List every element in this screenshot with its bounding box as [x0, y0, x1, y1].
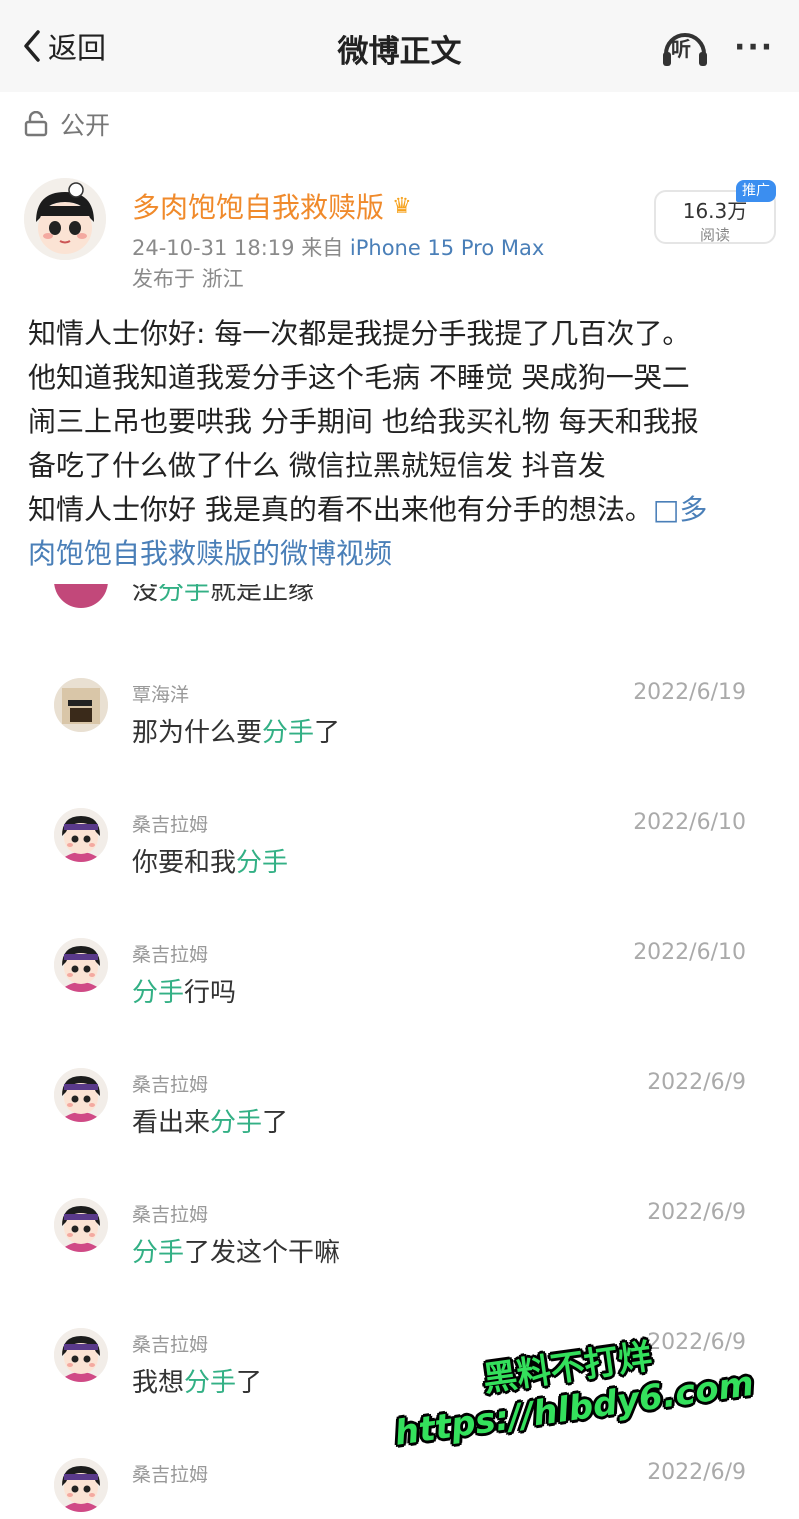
commenter-name[interactable]: 桑吉拉姆 [132, 940, 208, 967]
keyword-highlight: 分手 [158, 584, 211, 606]
comment-row[interactable]: 桑吉拉姆 2022/6/9 分手了发这个干嘛 [28, 1190, 776, 1320]
text-segment: 我想 [132, 1368, 185, 1398]
keyword-highlight: 分手 [132, 1238, 185, 1268]
avatar[interactable] [54, 1328, 108, 1382]
commenter-name[interactable]: 桑吉拉姆 [132, 1330, 208, 1357]
post-meta: 24-10-31 18:19 来自 iPhone 15 Pro Max [132, 232, 544, 262]
keyword-highlight: 分手 [184, 1368, 237, 1398]
post-location: 发布于 浙江 [132, 267, 244, 291]
comment-text: 分手行吗 [132, 972, 236, 1009]
comment-text: 那为什么要分手了 [132, 712, 340, 749]
comment-text: 看出来分手了 [132, 1102, 288, 1139]
author-name[interactable]: 多肉饱饱自我救赎版 ♛ [132, 186, 412, 226]
source-prefix: 来自 [301, 236, 344, 260]
more-options-button[interactable]: ··· [734, 30, 774, 65]
text-segment: 了 [236, 1368, 263, 1398]
visibility-indicator: 公开 [24, 106, 110, 142]
listen-label: 听 [671, 37, 691, 61]
partial-comment: 没分手就是正缘 [54, 584, 454, 610]
read-label: 阅读 [699, 226, 730, 244]
comment-row[interactable]: 桑吉拉姆 2022/6/10 你要和我分手 [28, 800, 776, 930]
crown-icon: ♛ [392, 193, 412, 219]
lock-icon [24, 111, 48, 137]
text-segment: 行吗 [184, 978, 237, 1008]
text-segment: 那为什么要 [132, 718, 263, 748]
avatar[interactable] [54, 808, 108, 862]
avatar [54, 584, 108, 608]
text-segment: 你要和我 [132, 848, 237, 878]
video-link[interactable]: 肉饱饱自我救赎版的微博视频 [28, 532, 776, 576]
post-line: 他知道我知道我爱分手这个毛病 不睡觉 哭成狗一哭二 [28, 361, 690, 394]
comment-date: 2022/6/10 [633, 810, 746, 835]
comment-date: 2022/6/19 [633, 680, 746, 705]
text-segment: 了发这个干嘛 [184, 1238, 341, 1268]
post-line: 备吃了什么做了什么 微信拉黑就短信发 抖音发 [28, 449, 606, 482]
comment-text: 分手了发这个干嘛 [132, 1232, 340, 1269]
partial-comment-text: 没分手就是正缘 [132, 584, 314, 607]
text-segment: 就是正缘 [210, 584, 315, 606]
author-name-text: 多肉饱饱自我救赎版 [132, 191, 385, 224]
avatar[interactable] [54, 1458, 108, 1512]
source-device[interactable]: iPhone 15 Pro Max [350, 236, 544, 260]
visibility-label: 公开 [60, 111, 111, 140]
post-body: 知情人士你好: 每一次都是我提分手我提了几百次了。 他知道我知道我爱分手这个毛病… [28, 312, 776, 576]
avatar[interactable] [54, 678, 108, 732]
comment-date: 2022/6/9 [647, 1460, 746, 1485]
post-line-text: 知情人士你好 我是真的看不出来他有分手的想法。 [28, 493, 653, 526]
comment-row[interactable]: 桑吉拉姆 2022/6/9 看出来分手了 [28, 1060, 776, 1190]
commenter-name[interactable]: 桑吉拉姆 [132, 1460, 208, 1487]
keyword-highlight: 分手 [262, 718, 315, 748]
post-line: 知情人士你好: 每一次都是我提分手我提了几百次了。 [28, 317, 691, 350]
post-line: 闹三上吊也要哄我 分手期间 也给我买礼物 每天和我报 [28, 405, 699, 438]
commenter-name[interactable]: 桑吉拉姆 [132, 1070, 208, 1097]
promo-badge: 推广 [736, 180, 776, 202]
avatar[interactable] [54, 938, 108, 992]
keyword-highlight: 分手 [132, 978, 185, 1008]
comment-row[interactable]: 覃海洋 2022/6/19 那为什么要分手了 [28, 670, 776, 800]
text-segment: 看出来 [132, 1108, 211, 1138]
avatar[interactable] [54, 1198, 108, 1252]
post-line-last: 知情人士你好 我是真的看不出来他有分手的想法。□多 [28, 488, 776, 532]
text-segment: 没 [132, 584, 159, 606]
commenter-name[interactable]: 桑吉拉姆 [132, 1200, 208, 1227]
commenter-name[interactable]: 桑吉拉姆 [132, 810, 208, 837]
commenter-name[interactable]: 覃海洋 [132, 680, 189, 707]
keyword-highlight: 分手 [236, 848, 289, 878]
text-segment: 了 [262, 1108, 289, 1138]
comment-row[interactable]: 桑吉拉姆 2022/6/10 分手行吗 [28, 930, 776, 1060]
comment-text: 我想分手了 [132, 1362, 262, 1399]
listen-button[interactable]: 听 [660, 24, 710, 70]
keyword-highlight: 分手 [210, 1108, 263, 1138]
video-link-start[interactable]: □多 [653, 493, 707, 526]
comment-text: 你要和我分手 [132, 842, 288, 879]
top-nav-bar: 返回 微博正文 听 ··· [0, 0, 799, 92]
post-date: 24-10-31 18:19 [132, 236, 295, 260]
comment-date: 2022/6/9 [647, 1200, 746, 1225]
comment-date: 2022/6/9 [647, 1070, 746, 1095]
comment-date: 2022/6/10 [633, 940, 746, 965]
avatar-illustration [24, 178, 106, 260]
avatar[interactable] [54, 1068, 108, 1122]
text-segment: 了 [314, 718, 341, 748]
author-avatar[interactable] [24, 178, 106, 260]
